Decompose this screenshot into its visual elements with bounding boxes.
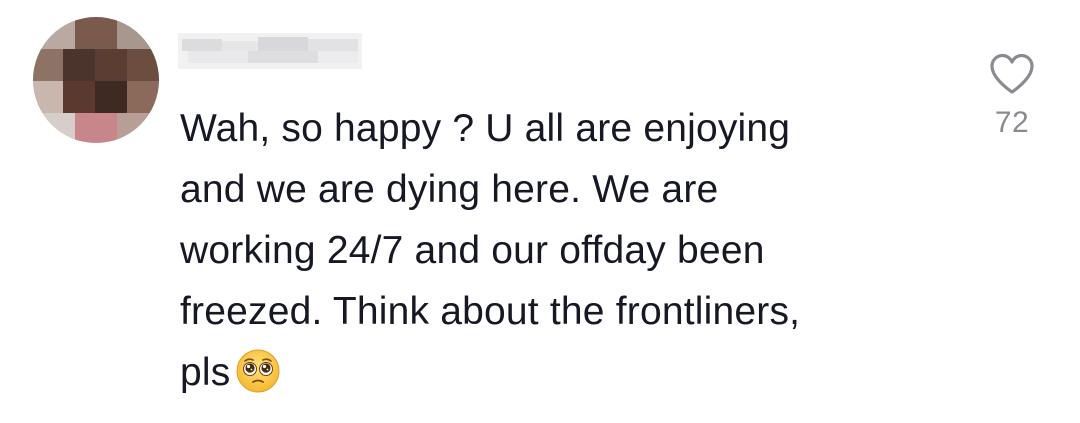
comment-line: Wah, so happy ? U all are enjoying xyxy=(180,107,791,150)
pleading-face-emoji-icon xyxy=(236,349,280,393)
like-control[interactable]: 72 xyxy=(972,52,1052,140)
heart-outline-icon[interactable] xyxy=(988,52,1036,96)
username-redacted[interactable] xyxy=(178,33,362,69)
comment-line: pls xyxy=(180,351,231,394)
comment-text: Wah, so happy ? U all are enjoying and w… xyxy=(180,98,900,403)
comment-line: freezed. Think about the frontliners, xyxy=(180,290,801,333)
comment-item: Wah, so happy ? U all are enjoying and w… xyxy=(0,0,1080,423)
comment-last-line: pls xyxy=(180,342,900,403)
comment-line: and we are dying here. We are xyxy=(180,168,719,211)
comment-line: working 24/7 and our offday been xyxy=(180,229,765,272)
like-count: 72 xyxy=(994,106,1030,139)
avatar[interactable] xyxy=(33,17,159,143)
